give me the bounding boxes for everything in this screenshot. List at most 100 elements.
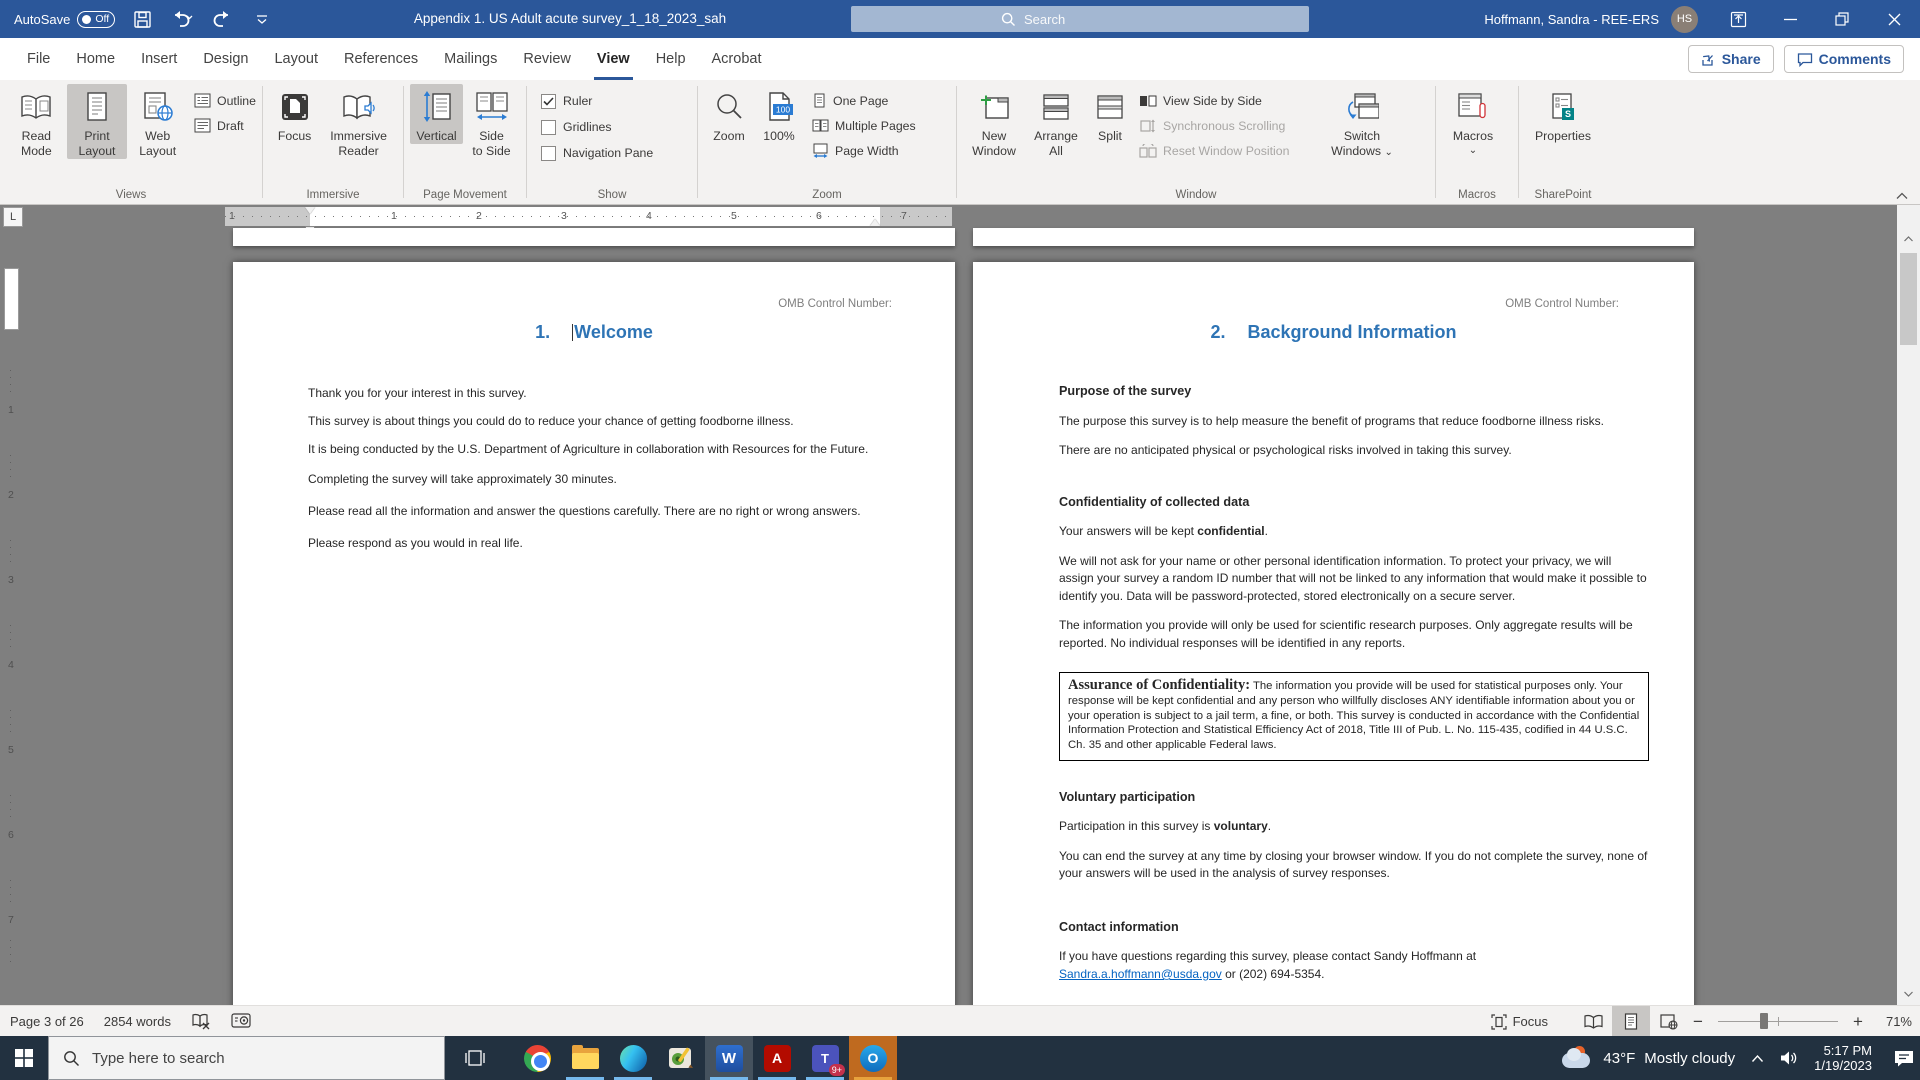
properties-button[interactable]: S Properties — [1525, 84, 1601, 144]
document-page-left[interactable]: OMB Control Number: 1.Welcome Thank you … — [233, 262, 955, 1005]
paragraph[interactable]: Thank you for your interest in this surv… — [308, 385, 945, 402]
paragraph[interactable]: Please read all the information and answ… — [308, 503, 945, 520]
display-settings-icon[interactable] — [231, 1013, 251, 1030]
web-layout-view-button[interactable] — [1650, 1006, 1688, 1037]
acrobat-icon[interactable]: A — [753, 1036, 801, 1080]
paragraph[interactable]: This survey is about things you could do… — [308, 413, 945, 430]
paragraph[interactable]: Participation in this survey is voluntar… — [1059, 818, 1649, 836]
start-button[interactable] — [0, 1036, 48, 1080]
zoom-percentage[interactable]: 71% — [1868, 1014, 1912, 1029]
page-width-button[interactable]: Page Width — [812, 140, 916, 161]
split-button[interactable]: Split — [1087, 84, 1133, 144]
redo-button[interactable] — [209, 6, 235, 32]
tab-review[interactable]: Review — [510, 38, 584, 80]
vertical-scrollbar[interactable] — [1897, 205, 1920, 1005]
paragraph[interactable]: The purpose this survey is to help measu… — [1059, 413, 1649, 431]
comments-button[interactable]: Comments — [1784, 45, 1904, 73]
edge-icon[interactable] — [609, 1036, 657, 1080]
subsection-title[interactable]: Contact information — [1059, 919, 1649, 937]
multiple-pages-button[interactable]: Multiple Pages — [812, 115, 916, 136]
print-layout-view-button[interactable] — [1612, 1006, 1650, 1037]
tab-design[interactable]: Design — [190, 38, 261, 80]
outline-button[interactable]: Outline — [194, 90, 256, 111]
taskbar-search-input[interactable] — [92, 1050, 392, 1067]
paragraph[interactable]: We will not ask for your name or other p… — [1059, 553, 1649, 606]
collapse-ribbon-button[interactable] — [1896, 192, 1908, 200]
word-icon[interactable]: W — [705, 1036, 753, 1080]
focus-button[interactable]: Focus — [269, 84, 320, 144]
focus-mode-button[interactable]: Focus — [1491, 1014, 1548, 1030]
autosave-switch[interactable]: Off — [77, 11, 115, 28]
tab-references[interactable]: References — [331, 38, 431, 80]
vertical-ruler[interactable]: 1 2 3 4 5 6 7 — [0, 228, 24, 1005]
subsection-title[interactable]: Voluntary participation — [1059, 789, 1649, 807]
arrange-all-button[interactable]: Arrange All — [1025, 84, 1087, 159]
paragraph[interactable]: Please respond as you would in real life… — [308, 535, 945, 552]
view-side-by-side-button[interactable]: View Side by Side — [1139, 90, 1323, 111]
proofing-errors-icon[interactable] — [191, 1012, 211, 1030]
customize-quick-access-icon[interactable] — [249, 6, 275, 32]
zoom-in-button[interactable]: + — [1848, 1012, 1868, 1032]
side-to-side-button[interactable]: Side to Side — [463, 84, 520, 159]
undo-button[interactable] — [169, 6, 195, 32]
zoom-100-button[interactable]: 100 100% — [754, 84, 804, 144]
save-button[interactable] — [129, 6, 155, 32]
tab-mailings[interactable]: Mailings — [431, 38, 510, 80]
search-input[interactable] — [1024, 12, 1264, 27]
notification-center-icon[interactable] — [1894, 1049, 1914, 1067]
read-mode-button[interactable]: Read Mode — [6, 84, 67, 159]
first-line-indent-marker[interactable] — [305, 207, 315, 214]
zoom-button[interactable]: Zoom — [704, 84, 754, 144]
navigation-pane-checkbox[interactable]: Navigation Pane — [541, 142, 653, 164]
web-layout-button[interactable]: Web Layout — [127, 84, 188, 159]
chrome-icon[interactable] — [513, 1036, 561, 1080]
file-explorer-icon[interactable] — [561, 1036, 609, 1080]
restore-button[interactable] — [1816, 0, 1868, 38]
taskbar-search-box[interactable] — [48, 1036, 445, 1080]
scrollbar-thumb[interactable] — [1900, 253, 1917, 345]
avatar[interactable]: HS — [1671, 6, 1698, 33]
paragraph[interactable]: If you have questions regarding this sur… — [1059, 948, 1649, 983]
show-hidden-icons-chevron[interactable] — [1751, 1054, 1764, 1063]
tab-home[interactable]: Home — [63, 38, 128, 80]
ruler-checkbox[interactable]: Ruler — [541, 90, 653, 112]
taskbar-clock[interactable]: 5:17 PM 1/19/2023 — [1814, 1043, 1872, 1073]
tab-layout[interactable]: Layout — [261, 38, 331, 80]
ribbon-display-options-button[interactable] — [1712, 0, 1764, 38]
page-indicator[interactable]: Page 3 of 26 — [10, 1014, 84, 1029]
paragraph[interactable]: The information you provide will only be… — [1059, 617, 1649, 652]
paragraph[interactable]: There are no anticipated physical or psy… — [1059, 442, 1649, 460]
paragraph[interactable]: It is being conducted by the U.S. Depart… — [308, 441, 945, 458]
immersive-reader-button[interactable]: Immersive Reader — [320, 84, 397, 159]
paragraph[interactable]: Your answers will be kept confidential. — [1059, 523, 1649, 541]
weather-widget[interactable]: 43°F Mostly cloudy — [1560, 1046, 1735, 1070]
one-page-button[interactable]: One Page — [812, 90, 916, 111]
tab-file[interactable]: File — [14, 38, 63, 80]
zoom-slider[interactable] — [1718, 1021, 1838, 1022]
horizontal-ruler[interactable]: 1 1 2 3 4 5 6 7 — [225, 207, 952, 226]
print-layout-button[interactable]: Print Layout — [67, 84, 128, 159]
assurance-of-confidentiality-box[interactable]: Assurance of Confidentiality: The inform… — [1059, 672, 1649, 761]
document-page-right[interactable]: OMB Control Number: 2.Background Informa… — [973, 262, 1694, 1005]
tab-stop-selector[interactable]: L — [3, 207, 23, 227]
snagit-icon[interactable] — [657, 1036, 705, 1080]
email-link[interactable]: Sandra.a.hoffmann@usda.gov — [1059, 967, 1222, 981]
read-mode-view-button[interactable] — [1574, 1006, 1612, 1037]
titlebar-search-box[interactable] — [851, 6, 1309, 32]
close-button[interactable] — [1868, 0, 1920, 38]
new-window-button[interactable]: New Window — [963, 84, 1025, 159]
tab-acrobat[interactable]: Acrobat — [699, 38, 775, 80]
scroll-down-icon[interactable] — [1897, 984, 1920, 1004]
share-button[interactable]: Share — [1688, 45, 1774, 73]
tab-help[interactable]: Help — [643, 38, 699, 80]
tab-insert[interactable]: Insert — [128, 38, 190, 80]
paragraph[interactable]: Completing the survey will take approxim… — [308, 471, 945, 488]
task-view-button[interactable] — [451, 1036, 499, 1080]
word-count[interactable]: 2854 words — [104, 1014, 171, 1029]
minimize-button[interactable] — [1764, 0, 1816, 38]
outlook-icon[interactable]: O — [849, 1036, 897, 1080]
autosave-toggle[interactable]: AutoSave Off — [14, 11, 115, 28]
vertical-button[interactable]: Vertical — [410, 84, 463, 144]
zoom-slider-thumb[interactable] — [1760, 1013, 1768, 1029]
tab-view[interactable]: View — [584, 38, 643, 80]
